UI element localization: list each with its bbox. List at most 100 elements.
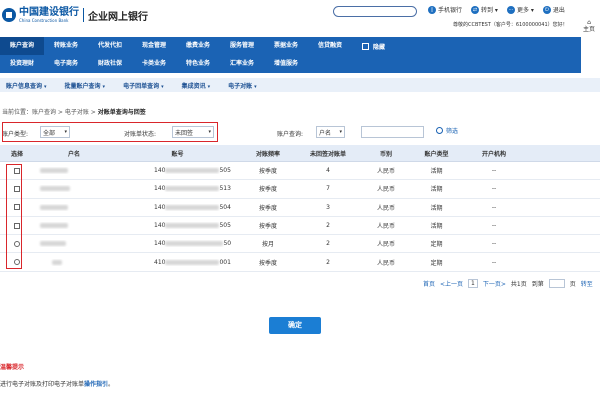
- masked-account-number: [165, 204, 220, 210]
- subnav-batch-query[interactable]: 批量账户查询 ▾: [65, 81, 106, 90]
- query-label: 账户查询:: [277, 131, 304, 138]
- breadcrumb: 当前位置：账户查询 > 电子对账 > 对账单查询与回签: [2, 109, 146, 116]
- masked-account-name: [40, 223, 68, 229]
- transfer-icon: ⇄: [471, 5, 480, 14]
- logo-chinese-name: 中国建设银行: [19, 7, 79, 18]
- chevron-down-icon: ▾: [161, 83, 164, 90]
- table-row[interactable]: 140 505 按季度 2 人民币 活期 --: [0, 217, 600, 236]
- pager-prev[interactable]: <上一页: [440, 279, 463, 288]
- nav-service-mgmt[interactable]: 服务管理: [220, 37, 264, 55]
- home-icon: ⌂: [587, 19, 591, 26]
- search-icon: [436, 127, 443, 134]
- table-row[interactable]: 140 504 按季度 3 人民币 活期 --: [0, 199, 600, 217]
- col-branch: 开户机构: [481, 150, 506, 158]
- nav-finance-social[interactable]: 财政社保: [88, 55, 132, 73]
- logo-english-name: China Construction Bank: [19, 18, 69, 23]
- table-row[interactable]: 140 505 按季度 4 人民币 活期 --: [0, 162, 600, 181]
- col-frequency: 对账频率: [255, 150, 280, 158]
- masked-account-name: [40, 204, 68, 210]
- nav-ecommerce[interactable]: 电子商务: [44, 55, 88, 73]
- subnav-receipt-query[interactable]: 电子回单查询 ▾: [123, 81, 164, 90]
- nav-bill-pay[interactable]: 缴费业务: [176, 37, 220, 55]
- chevron-down-icon: ▾: [254, 83, 257, 90]
- pager-next[interactable]: 下一页>: [483, 279, 506, 288]
- nav-payroll[interactable]: 代发代扣: [88, 37, 132, 55]
- col-account-number: 账号: [171, 150, 184, 158]
- nav-cards[interactable]: 卡类业务: [132, 55, 176, 73]
- col-unsigned: 未回签对账单: [309, 150, 346, 158]
- query-type-select[interactable]: 户名 ▾: [316, 126, 345, 138]
- transfer-link[interactable]: ⇄ 转到 ▾: [471, 5, 498, 14]
- ccb-logo-icon: [2, 8, 16, 22]
- home-label: 主页: [583, 26, 596, 33]
- masked-account-number: [165, 223, 220, 229]
- nav-account-query[interactable]: 账户查询: [0, 37, 44, 55]
- nav-value-added[interactable]: 增值服务: [264, 55, 308, 73]
- selection-highlight-box: [6, 164, 22, 269]
- chevron-down-icon: ▾: [102, 83, 106, 90]
- more-icon: ⋯: [506, 5, 515, 14]
- main-nav: 账户查询 转账业务 代发代扣 现金管理 缴费业务 服务管理 票据业务 信贷融资 …: [0, 37, 581, 73]
- nav-transfer[interactable]: 转账业务: [44, 37, 88, 55]
- collapse-icon: [362, 42, 369, 50]
- masked-account-name: [40, 241, 66, 247]
- pager-total: 共1页: [510, 281, 527, 288]
- masked-account-name: [52, 259, 62, 265]
- masked-account-number: [165, 168, 220, 174]
- chevron-down-icon: ▾: [207, 83, 211, 90]
- filter-highlight-box: [2, 122, 218, 142]
- masked-account-name: [40, 168, 68, 174]
- chevron-down-icon: ▾: [44, 83, 47, 90]
- query-input[interactable]: [361, 126, 424, 138]
- nav-special[interactable]: 特色业务: [176, 55, 220, 73]
- subnav-e-reconcile[interactable]: 电子对账 ▾: [228, 81, 257, 90]
- subnav-account-info[interactable]: 账户信息查询 ▾: [6, 81, 47, 90]
- tips-title: 温馨提示: [0, 364, 25, 371]
- masked-account-number: [165, 259, 220, 265]
- user-greeting: 尊敬的CCBTEST（客户号：6100000041）您好！: [453, 22, 568, 28]
- pager-goto-label: 到第: [531, 281, 544, 288]
- tips-text: 进行电子对账及打印电子对账单操作指引。: [0, 381, 115, 388]
- pager-jump-button[interactable]: 转至: [581, 279, 593, 288]
- col-account-type: 账户类型: [424, 150, 449, 158]
- masked-account-name: [40, 186, 70, 192]
- mobile-icon: ▯: [428, 5, 436, 14]
- statement-table: 选择 户名 账号 对账频率 未回签对账单 币别 账户类型 开户机构 140 505…: [0, 145, 600, 272]
- pager-current[interactable]: 1: [468, 279, 478, 288]
- table-header: 选择 户名 账号 对账频率 未回签对账单 币别 账户类型 开户机构: [0, 145, 600, 162]
- mobile-bank-link[interactable]: ▯ 手机银行: [428, 5, 462, 14]
- chevron-down-icon: ▾: [339, 129, 342, 135]
- logout-icon: ⏻: [542, 5, 551, 14]
- more-link[interactable]: ⋯ 更多 ▾: [506, 5, 534, 14]
- filter-button[interactable]: 筛选: [436, 126, 458, 135]
- table-row[interactable]: 140 50 按月 2 人民币 定期 --: [0, 235, 600, 254]
- nav-collapse-toggle[interactable]: 隐藏: [362, 42, 385, 51]
- breadcrumb-current: 对账单查询与回签: [97, 109, 146, 116]
- top-search-input[interactable]: [333, 6, 417, 17]
- masked-account-number: [165, 186, 220, 192]
- col-select: 选择: [10, 150, 23, 158]
- col-currency: 币别: [379, 150, 392, 158]
- table-row[interactable]: 410 001 按季度 2 人民币 定期 --: [0, 253, 600, 272]
- col-account-name: 户名: [67, 150, 80, 158]
- pager-jump-input[interactable]: [548, 279, 565, 288]
- ccb-logo[interactable]: 中国建设银行 China Construction Bank 企业网上银行: [2, 7, 148, 23]
- guide-link[interactable]: 操作指引: [84, 381, 108, 388]
- confirm-button[interactable]: 确定: [269, 317, 321, 334]
- logo-subtitle: 企业网上银行: [88, 11, 148, 23]
- subnav-integrated-info[interactable]: 集成资讯 ▾: [182, 81, 211, 90]
- nav-fx[interactable]: 汇率业务: [220, 55, 264, 73]
- nav-investment[interactable]: 投资理财: [0, 55, 44, 73]
- masked-account-number: [165, 241, 224, 247]
- pager-page-unit: 页: [569, 281, 576, 288]
- logo-divider: [83, 8, 84, 22]
- pagination: 首页 <上一页 1 下一页> 共1页 到第 页 转至: [423, 279, 598, 288]
- nav-credit[interactable]: 信贷融资: [308, 37, 352, 55]
- home-link[interactable]: ⌂ 主页: [583, 19, 595, 33]
- pager-first[interactable]: 首页: [423, 279, 435, 288]
- sub-nav: 账户信息查询 ▾ 批量账户查询 ▾ 电子回单查询 ▾ 集成资讯 ▾ 电子对账 ▾: [0, 78, 600, 92]
- nav-cash-mgmt[interactable]: 现金管理: [132, 37, 176, 55]
- table-row[interactable]: 140 513 按季度 7 人民币 活期 --: [0, 180, 600, 199]
- nav-notes[interactable]: 票据业务: [264, 37, 308, 55]
- logout-link[interactable]: ⏻ 退出: [542, 5, 565, 14]
